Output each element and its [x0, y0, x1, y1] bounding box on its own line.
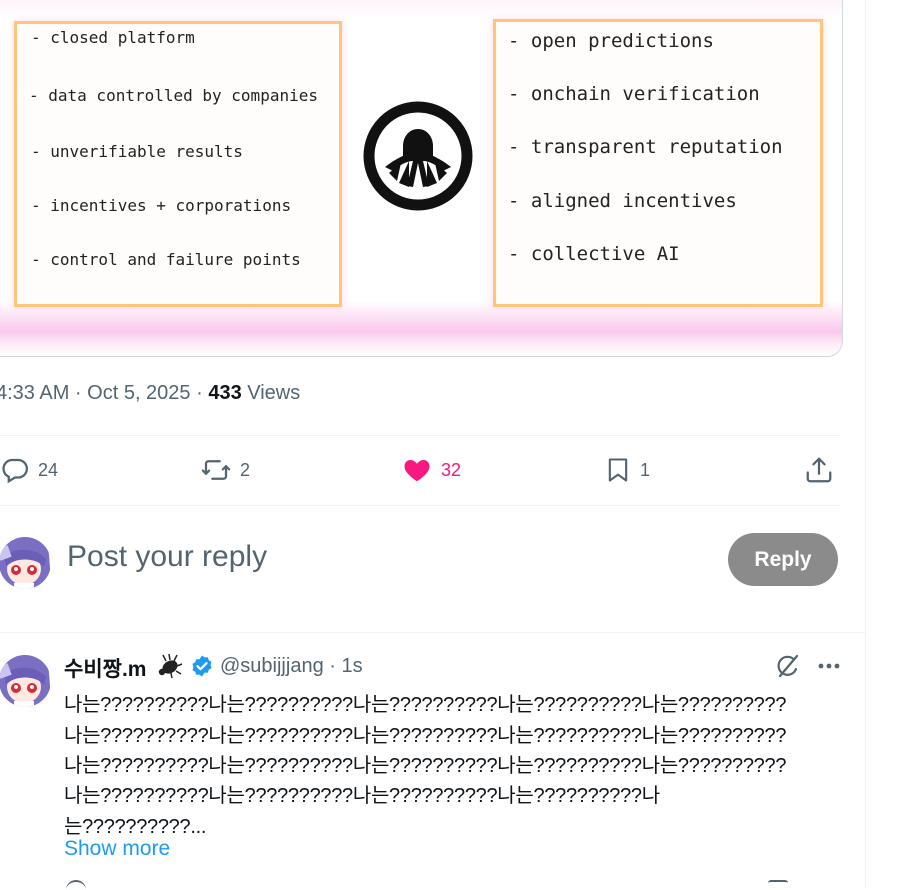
reply-action[interactable]: 24 — [0, 452, 58, 488]
replier-avatar[interactable] — [0, 651, 50, 711]
bookmark-count: 1 — [640, 459, 651, 480]
reply-icon-partial — [66, 880, 86, 890]
reply-button[interactable]: Reply — [728, 533, 838, 586]
palm-logo-icon — [363, 101, 473, 211]
repost-icon — [201, 460, 231, 480]
bookmark-action[interactable]: 1 — [604, 452, 650, 488]
reply-icon — [2, 458, 28, 484]
bookmark-icon — [608, 458, 628, 482]
reply-text-line: 나는??????????나는??????????나는??????????나는??… — [64, 755, 787, 777]
replier-handle-time[interactable]: @subijjjang · 1s — [220, 655, 363, 678]
open-list-item: - aligned incentives — [508, 190, 737, 212]
reply-text-line: 나는??????????나는??????????나는??????????나는??… — [64, 694, 787, 716]
closed-list-box: - closed platform - data controlled by c… — [14, 21, 342, 307]
open-list-item: - collective AI — [508, 243, 680, 265]
reply-count: 24 — [38, 459, 59, 480]
divider — [0, 435, 841, 436]
divider — [0, 505, 841, 506]
reply-text-line: 는??????????... — [64, 816, 207, 838]
share-icon — [806, 457, 832, 483]
repost-action[interactable]: 2 — [200, 452, 250, 488]
closed-list-item: - data controlled by companies — [29, 86, 318, 105]
open-list-item: - onchain verification — [508, 83, 760, 105]
closed-list-item: - closed platform — [31, 28, 195, 47]
heart-icon — [404, 460, 430, 482]
tweet-timestamp[interactable]: 4:33 AM · Oct 5, 2025 · — [0, 382, 208, 404]
open-list-box: - open predictions - onchain verificatio… — [493, 19, 823, 307]
bookmark-icon-partial — [768, 880, 788, 890]
open-list-item: - transparent reputation — [508, 136, 783, 158]
tweet-media-image[interactable]: - closed platform - data controlled by c… — [0, 0, 843, 357]
more-options-icon[interactable] — [816, 656, 842, 676]
open-list-item: - open predictions — [508, 30, 714, 52]
closed-list-item: - control and failure points — [31, 250, 301, 269]
grok-icon[interactable] — [774, 652, 802, 680]
share-action[interactable] — [804, 452, 834, 488]
bug-emoji-icon — [158, 653, 183, 679]
verified-badge-icon — [192, 655, 212, 677]
closed-list-item: - incentives + corporations — [31, 196, 292, 215]
like-action[interactable]: 32 — [401, 452, 461, 488]
reply-input[interactable]: Post your reply — [67, 540, 267, 574]
show-more-link[interactable]: Show more — [64, 837, 170, 861]
column-border — [865, 0, 866, 888]
user-avatar[interactable] — [0, 533, 50, 593]
replier-name[interactable]: 수비짱.m — [64, 653, 146, 683]
views-label: Views — [241, 382, 301, 404]
closed-list-item: - unverifiable results — [31, 142, 243, 161]
like-count: 32 — [441, 459, 462, 480]
divider — [0, 632, 865, 633]
reply-text-line: 나는??????????나는??????????나는??????????나는??… — [64, 725, 787, 747]
views-count: 433 — [208, 382, 242, 404]
reply-text-line: 나는??????????나는??????????나는??????????나는??… — [64, 785, 660, 807]
tweet-meta: 4:33 AM · Oct 5, 2025 · 433 Views — [0, 382, 300, 405]
repost-count: 2 — [240, 459, 251, 480]
